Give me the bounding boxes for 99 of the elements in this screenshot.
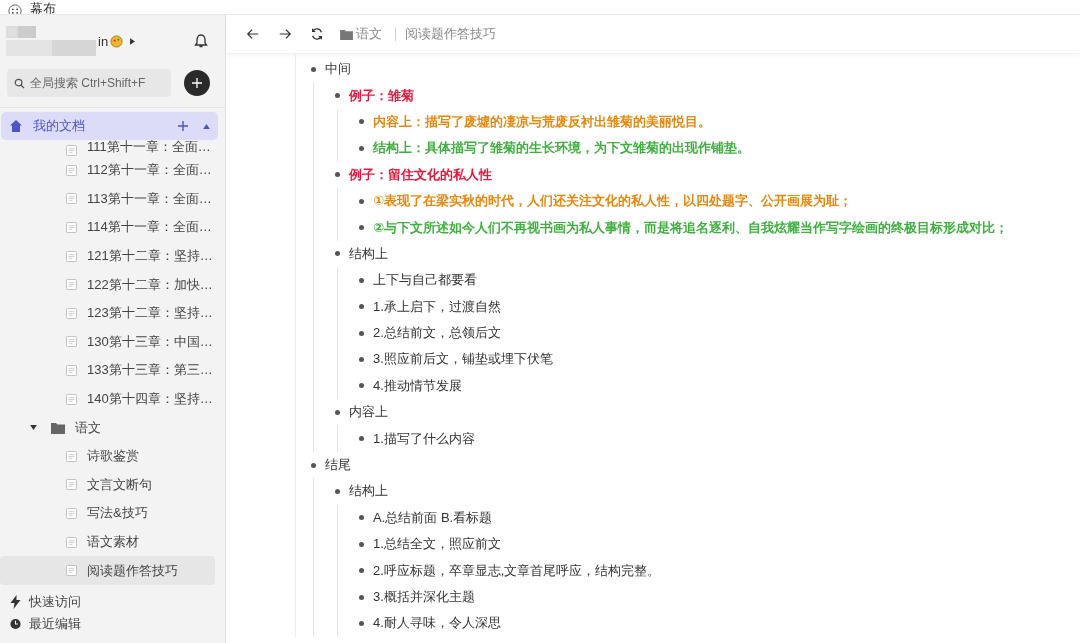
bullet-icon[interactable] xyxy=(335,488,340,494)
forward-icon[interactable] xyxy=(278,27,292,41)
outline-item: 例子：雏菊 xyxy=(349,86,414,105)
bullet-icon[interactable] xyxy=(359,436,364,442)
quick-access-link[interactable]: 快速访问 xyxy=(29,592,81,611)
document-icon xyxy=(66,507,77,519)
bullet-icon[interactable] xyxy=(359,541,364,547)
breadcrumb-link[interactable]: 语文 xyxy=(356,25,382,43)
recent-edits-link[interactable]: 最近编辑 xyxy=(29,614,81,633)
add-button[interactable] xyxy=(184,70,210,96)
search-field[interactable]: 全局搜索 Ctrl+Shift+F xyxy=(7,69,171,97)
document-item[interactable]: 122第十二章：加快… xyxy=(0,270,215,299)
caret-icon[interactable] xyxy=(30,425,37,431)
caret-icon[interactable] xyxy=(130,37,136,45)
document-icon xyxy=(66,536,77,548)
document-icon xyxy=(66,393,77,405)
bullet-icon[interactable] xyxy=(335,251,340,257)
bullet-icon[interactable] xyxy=(359,145,364,151)
bullet-icon[interactable] xyxy=(359,330,364,336)
search-icon xyxy=(14,78,25,89)
bullet-icon[interactable] xyxy=(359,515,364,521)
bullet-icon[interactable] xyxy=(359,198,364,204)
outline-item: 1.描写了什么内容 xyxy=(373,429,475,448)
document-item[interactable]: 113第十一章：全面… xyxy=(0,184,215,214)
outline-item: 2.总结前文，总领后文 xyxy=(373,324,501,343)
outline-item: ②与下文所述如今人们不再视书画为私人事情，而是将追名逐利、自我炫耀当作写字绘画的终极目标形成对比； xyxy=(373,218,1008,237)
refresh-icon[interactable] xyxy=(310,27,324,41)
document-icon xyxy=(66,193,77,205)
outline-item: 内容上：描写了废墟的凄凉与荒废反衬出雏菊的美丽悦目。 xyxy=(373,112,711,131)
bullet-icon[interactable] xyxy=(359,594,364,600)
document-item[interactable]: 文言文断句 xyxy=(0,470,215,500)
bullet-icon[interactable] xyxy=(311,462,316,468)
document-item[interactable]: 123第十二章：坚持… xyxy=(0,298,215,328)
bullet-icon[interactable] xyxy=(359,383,364,389)
outline-item: 内容上 xyxy=(349,403,388,422)
emoji-icon xyxy=(110,34,124,48)
document-item[interactable]: 140第十四章：坚持… xyxy=(0,384,215,414)
document-icon xyxy=(66,145,77,156)
document-icon xyxy=(66,250,77,262)
notification-bell-icon[interactable] xyxy=(193,33,209,49)
avatar-icon xyxy=(6,26,96,56)
outline-item: 3.概括并深化主题 xyxy=(373,588,475,606)
plus-icon xyxy=(191,77,203,89)
add-icon[interactable] xyxy=(177,120,189,132)
document-item[interactable]: 阅读题作答技巧 xyxy=(0,556,215,585)
outline-item: 结尾 xyxy=(325,456,351,475)
document-item[interactable]: 写法&技巧 xyxy=(0,499,215,528)
bullet-icon[interactable] xyxy=(359,568,364,574)
outline-item: 2.呼应标题，卒章显志,文章首尾呼应，结构完整。 xyxy=(373,561,661,580)
outline-item: 结构上 xyxy=(349,244,388,263)
lightning-icon xyxy=(10,594,21,609)
folder-icon xyxy=(51,421,65,434)
document-icon xyxy=(66,565,77,577)
breadcrumb-current: 阅读题作答技巧 xyxy=(405,25,496,43)
document-icon xyxy=(66,450,77,462)
bullet-icon[interactable] xyxy=(359,225,364,231)
document-item[interactable]: 语文素材 xyxy=(0,527,215,557)
bullet-icon[interactable] xyxy=(359,304,364,310)
document-item[interactable]: 114第十一章：全面… xyxy=(0,213,215,242)
outline-item: 中间 xyxy=(325,60,351,79)
document-item[interactable]: 121第十二章：坚持… xyxy=(0,241,215,271)
outline-item: A.总结前面 B.看标题 xyxy=(373,508,493,527)
outline-item: ①表现了在梁实秋的时代，人们还关注文化的私人性，以四处题字、公开画展为耻； xyxy=(373,192,852,211)
bullet-icon[interactable] xyxy=(359,277,364,283)
document-item[interactable]: 诗歌鉴赏 xyxy=(0,441,215,471)
document-item[interactable]: 111第十一章：全面… xyxy=(0,140,215,156)
app-title: 幕布 xyxy=(30,0,56,14)
clock-icon xyxy=(10,616,21,631)
bullet-icon[interactable] xyxy=(335,409,340,415)
home-icon xyxy=(9,119,23,133)
folder-icon xyxy=(340,28,353,40)
document-icon xyxy=(66,222,77,233)
outline-item: 1.承上启下，过渡自然 xyxy=(373,297,501,316)
back-icon[interactable] xyxy=(246,27,260,41)
user-name[interactable]: in xyxy=(98,33,109,49)
outline-item: 结构上 xyxy=(349,482,388,501)
document-item[interactable]: 130第十三章：中国… xyxy=(0,327,215,357)
outline-item: 3.照应前后文，铺垫或埋下伏笔 xyxy=(373,350,553,369)
outline-item: 例子：留住文化的私人性 xyxy=(349,165,492,184)
outline-item: 4.耐人寻味，令人深思 xyxy=(373,614,501,633)
bullet-icon[interactable] xyxy=(359,119,364,125)
bullet-icon[interactable] xyxy=(359,620,364,626)
outline-item: 结构上：具体描写了雏菊的生长环境，为下文雏菊的出现作铺垫。 xyxy=(373,139,750,158)
document-icon xyxy=(66,364,77,376)
outline-item: 1.总结全文，照应前文 xyxy=(373,535,501,554)
document-icon xyxy=(66,164,77,176)
document-icon xyxy=(66,336,77,348)
bullet-icon[interactable] xyxy=(311,66,316,72)
bullet-icon[interactable] xyxy=(359,357,364,362)
document-icon xyxy=(66,279,77,291)
outline-item: 上下与自己都要看 xyxy=(373,271,477,290)
folder-item[interactable]: 语文 xyxy=(0,413,215,442)
document-icon xyxy=(66,307,77,319)
bullet-icon[interactable] xyxy=(335,93,340,99)
document-item[interactable]: 112第十一章：全面… xyxy=(0,156,215,185)
document-item[interactable]: 133第十三章：第三… xyxy=(0,356,215,385)
document-icon xyxy=(66,479,77,491)
outline-item: 4.推动情节发展 xyxy=(373,376,462,395)
bullet-icon[interactable] xyxy=(335,172,340,178)
